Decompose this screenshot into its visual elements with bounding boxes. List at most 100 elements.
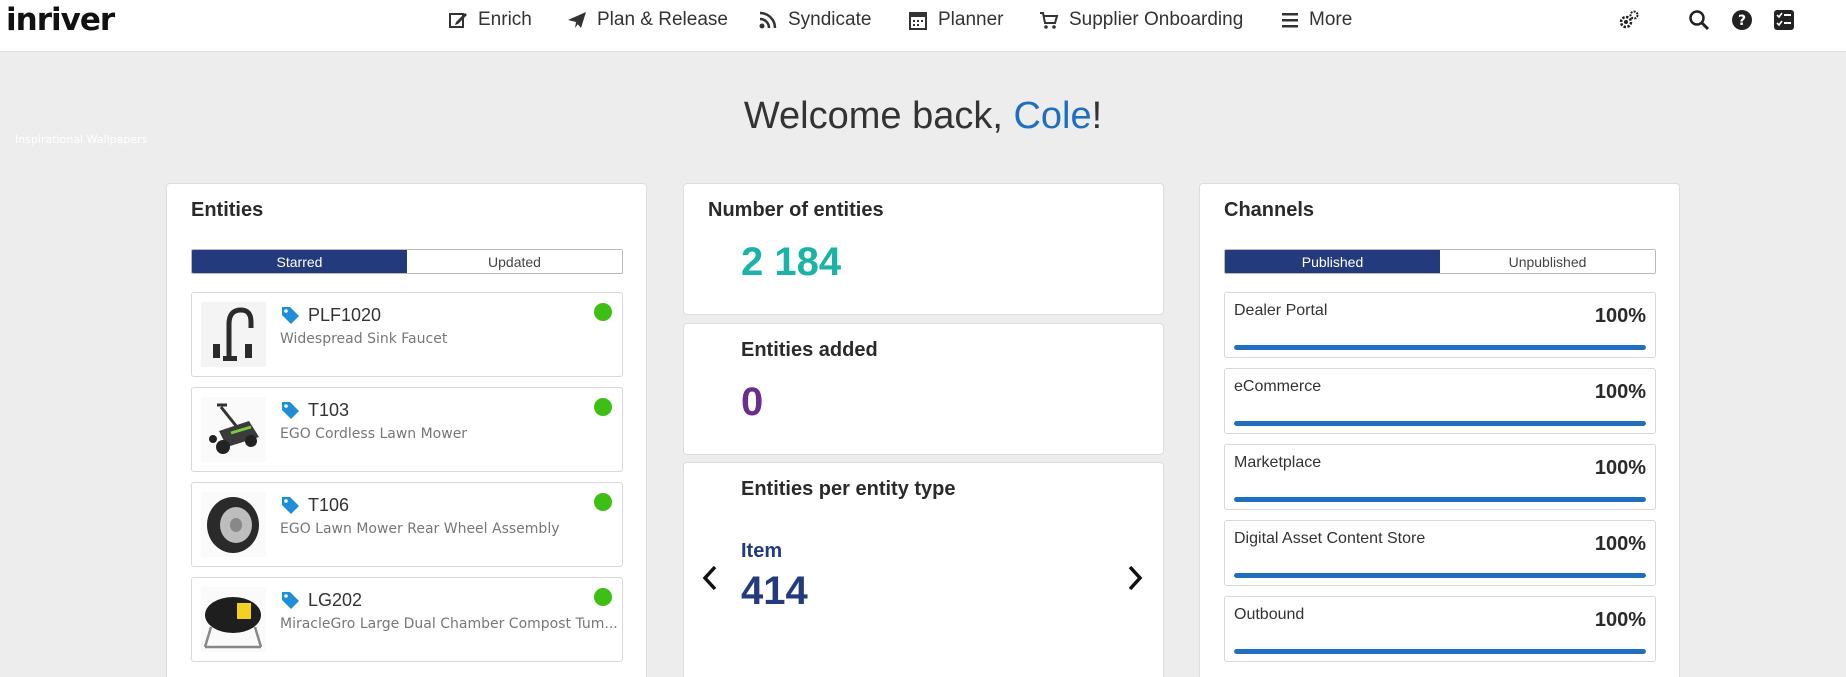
channel-progress-bar xyxy=(1234,497,1646,502)
help-icon[interactable]: ? xyxy=(1731,9,1753,31)
edit-icon xyxy=(449,13,467,28)
search-icon[interactable] xyxy=(1688,9,1710,31)
channel-progress-fill xyxy=(1234,573,1646,578)
welcome-heading: Welcome back, Cole! xyxy=(0,95,1846,138)
number-of-entities-title: Number of entities xyxy=(708,199,884,221)
entity-description: MiracleGro Large Dual Chamber Compost Tu… xyxy=(280,616,618,632)
chevron-right-icon[interactable] xyxy=(1125,564,1145,592)
rss-icon xyxy=(759,11,777,29)
channel-name: Marketplace xyxy=(1234,454,1322,471)
entities-added-value: 0 xyxy=(741,380,764,424)
hamburger-icon xyxy=(1282,13,1298,28)
entity-code: T106 xyxy=(308,495,350,515)
channel-progress-bar xyxy=(1234,345,1646,350)
top-bar: inriver Enrich Plan & Release Syndicate … xyxy=(0,0,1846,52)
nav-label: Planner xyxy=(938,9,1004,30)
entity-row[interactable]: LG202 MiracleGro Large Dual Chamber Comp… xyxy=(191,577,623,662)
channel-percent: 100% xyxy=(1594,457,1646,479)
welcome-prefix: Welcome back, xyxy=(743,95,1014,137)
nav-supplier-onboarding[interactable]: Supplier Onboarding xyxy=(1039,8,1243,32)
channel-percent: 100% xyxy=(1594,305,1646,327)
entities-title: Entities xyxy=(191,199,264,221)
chevron-left-icon[interactable] xyxy=(700,564,720,592)
nav-enrich[interactable]: Enrich xyxy=(448,8,532,32)
status-dot xyxy=(594,398,612,416)
channel-row[interactable]: Dealer Portal 100% xyxy=(1224,292,1656,358)
entity-row[interactable]: T103 EGO Cordless Lawn Mower xyxy=(191,387,623,472)
tab-unpublished[interactable]: Unpublished xyxy=(1440,250,1655,273)
entities-card: Entities Starred Updated PLF1020 Widespr… xyxy=(166,183,647,677)
tasks-icon[interactable] xyxy=(1773,9,1795,31)
entity-row[interactable]: T106 EGO Lawn Mower Rear Wheel Assembly xyxy=(191,482,623,567)
entity-description: EGO Lawn Mower Rear Wheel Assembly xyxy=(280,521,560,537)
nav-label: More xyxy=(1309,9,1353,30)
channel-name: Outbound xyxy=(1234,606,1305,623)
entities-added-card: Entities added 0 xyxy=(683,323,1164,455)
tag-icon xyxy=(282,497,299,514)
faucet-image xyxy=(201,302,266,367)
nav-label: Plan & Release xyxy=(597,9,728,30)
channel-percent: 100% xyxy=(1594,609,1646,631)
channel-row[interactable]: Marketplace 100% xyxy=(1224,444,1656,510)
wheel-image xyxy=(201,492,266,557)
settings-gears-icon[interactable] xyxy=(1618,9,1640,31)
status-dot xyxy=(594,493,612,511)
entity-type-value: 414 xyxy=(741,569,808,613)
status-dot xyxy=(594,588,612,606)
nav-plan-release[interactable]: Plan & Release xyxy=(567,8,728,32)
channel-progress-fill xyxy=(1234,497,1646,502)
tag-icon xyxy=(282,402,299,419)
number-of-entities-value: 2 184 xyxy=(741,240,842,284)
composter-image xyxy=(201,587,266,652)
tab-published[interactable]: Published xyxy=(1225,250,1440,273)
svg-text:?: ? xyxy=(1738,13,1746,29)
nav-label: Supplier Onboarding xyxy=(1069,9,1244,30)
number-of-entities-card: Number of entities 2 184 xyxy=(683,183,1164,315)
entity-code: T103 xyxy=(308,400,350,420)
nav-label: Enrich xyxy=(478,9,532,30)
nav-planner[interactable]: Planner xyxy=(908,8,1004,32)
inriver-logo[interactable]: inriver xyxy=(6,2,115,38)
nav-syndicate[interactable]: Syndicate xyxy=(758,8,871,32)
user-name: Cole xyxy=(1013,95,1092,137)
entity-type-label: Item xyxy=(741,540,783,562)
channel-progress-bar xyxy=(1234,421,1646,426)
channel-percent: 100% xyxy=(1594,381,1646,403)
paper-plane-icon xyxy=(568,12,586,28)
entities-toggle: Starred Updated xyxy=(191,249,623,274)
lawn-mower-image xyxy=(201,397,266,462)
tag-icon xyxy=(282,307,299,324)
cart-icon xyxy=(1040,12,1059,29)
channel-percent: 100% xyxy=(1594,533,1646,555)
channel-row[interactable]: Outbound 100% xyxy=(1224,596,1656,662)
calendar-icon xyxy=(909,12,927,30)
entities-added-title: Entities added xyxy=(741,339,878,361)
tag-icon xyxy=(282,592,299,609)
channel-progress-fill xyxy=(1234,345,1646,350)
entity-description: Widespread Sink Faucet xyxy=(280,331,448,347)
channel-progress-fill xyxy=(1234,649,1646,654)
entities-per-type-title: Entities per entity type xyxy=(741,478,956,500)
entities-per-type-card: Entities per entity type Item 414 xyxy=(683,462,1164,677)
channel-name: Dealer Portal xyxy=(1234,302,1328,319)
tab-starred[interactable]: Starred xyxy=(192,250,407,273)
channel-name: Digital Asset Content Store xyxy=(1234,530,1426,547)
status-dot xyxy=(594,303,612,321)
channels-toggle: Published Unpublished xyxy=(1224,249,1656,274)
channels-title: Channels xyxy=(1224,199,1315,221)
tab-updated[interactable]: Updated xyxy=(407,250,622,273)
channel-progress-bar xyxy=(1234,649,1646,654)
entity-description: EGO Cordless Lawn Mower xyxy=(280,426,468,442)
channel-row[interactable]: Digital Asset Content Store 100% xyxy=(1224,520,1656,586)
channel-name: eCommerce xyxy=(1234,378,1322,395)
entity-row[interactable]: PLF1020 Widespread Sink Faucet xyxy=(191,292,623,377)
entity-code: PLF1020 xyxy=(308,305,382,325)
nav-label: Syndicate xyxy=(788,9,872,30)
welcome-suffix: ! xyxy=(1091,95,1103,137)
channels-card: Channels Published Unpublished Dealer Po… xyxy=(1199,183,1680,677)
entity-code: LG202 xyxy=(308,590,363,610)
nav-more[interactable]: More xyxy=(1281,8,1352,32)
channel-row[interactable]: eCommerce 100% xyxy=(1224,368,1656,434)
channel-progress-fill xyxy=(1234,421,1646,426)
channel-progress-bar xyxy=(1234,573,1646,578)
